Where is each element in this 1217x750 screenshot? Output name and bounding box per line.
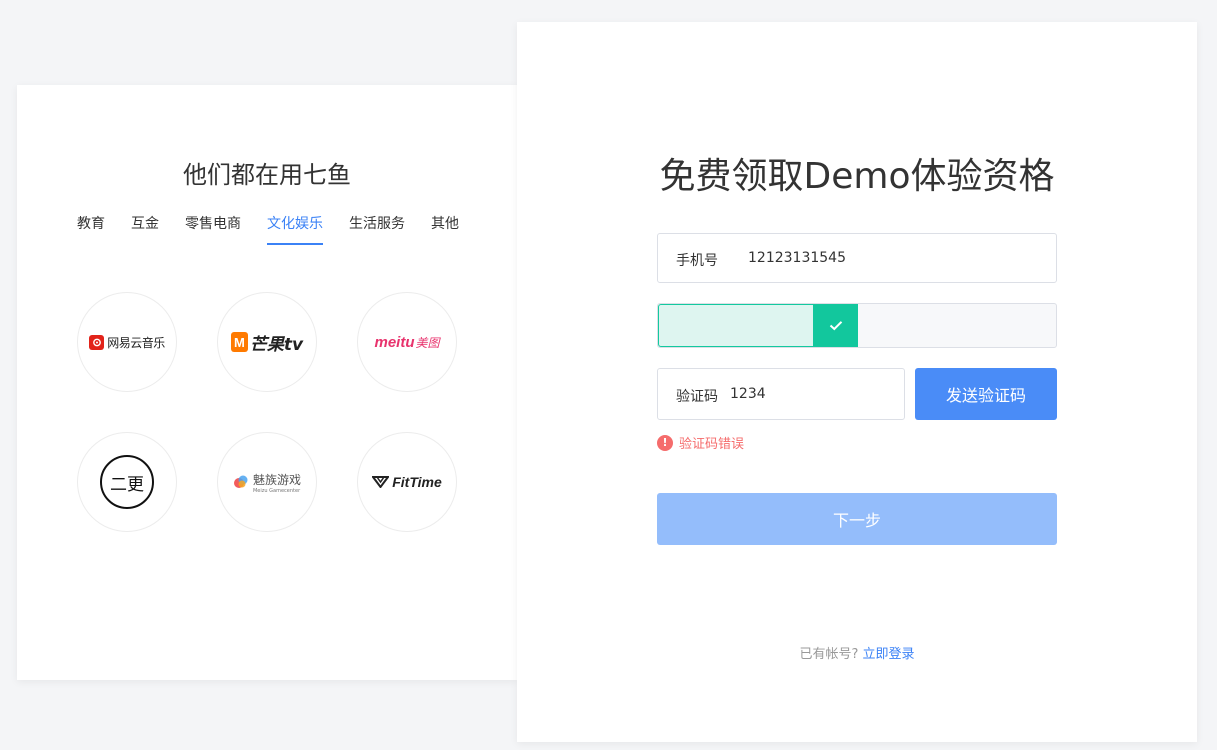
has-account-text: 已有帐号? — [799, 647, 859, 662]
form-title: 免费领取Demo体验资格 — [659, 156, 1055, 197]
logo-grid: 网易云音乐 M 芒果tv meitu 美图 二更 魅族游戏 Meizu Game… — [77, 292, 457, 532]
meizu-game-text: 魅族游戏 — [252, 472, 301, 487]
verification-code-input[interactable] — [730, 386, 904, 402]
send-code-button[interactable]: 发送验证码 — [915, 368, 1057, 420]
phone-field: 手机号 — [657, 233, 1057, 283]
error-message: ! 验证码错误 — [657, 433, 744, 452]
login-prompt: 已有帐号? 立即登录 — [517, 643, 1197, 662]
slider-handle[interactable] — [813, 304, 858, 347]
fittime-icon — [372, 476, 390, 488]
meitu-text: 美图 — [415, 335, 440, 350]
customer-showcase-card: 他们都在用七鱼 教育 互金 零售电商 文化娱乐 生活服务 其他 网易云音乐 M … — [17, 85, 517, 680]
check-icon — [829, 321, 842, 331]
tab-education[interactable]: 教育 — [77, 213, 105, 245]
category-tabs: 教育 互金 零售电商 文化娱乐 生活服务 其他 — [77, 213, 459, 245]
showcase-title: 他们都在用七鱼 — [183, 161, 351, 189]
netease-music-icon — [89, 334, 105, 350]
error-icon: ! — [657, 434, 673, 451]
logo-ergeng: 二更 — [77, 432, 177, 532]
meitu-brand-text: meitu — [374, 333, 415, 351]
meizu-game-subtitle: Meizu Gamecenter — [252, 487, 301, 494]
slider-captcha — [657, 303, 1057, 348]
verification-code-field: 验证码 — [657, 368, 905, 420]
logo-mango-tv: M 芒果tv — [217, 292, 317, 392]
logo-fittime: FitTime — [357, 432, 457, 532]
logo-meizu-game: 魅族游戏 Meizu Gamecenter — [217, 432, 317, 532]
tab-fintech[interactable]: 互金 — [131, 213, 159, 245]
phone-label: 手机号 — [676, 253, 718, 269]
mango-tv-text: 芒果tv — [249, 334, 304, 355]
demo-signup-card: 免费领取Demo体验资格 手机号 验证码 发送验证码 ! 验证码错误 下一步 已… — [517, 22, 1197, 742]
error-text: 验证码错误 — [679, 437, 745, 452]
logo-netease-music: 网易云音乐 — [77, 292, 177, 392]
netease-music-text: 网易云音乐 — [107, 335, 165, 350]
tab-life-services[interactable]: 生活服务 — [349, 213, 405, 245]
mango-tv-icon: M — [230, 332, 248, 352]
tab-culture-entertainment[interactable]: 文化娱乐 — [267, 213, 323, 245]
phone-input[interactable] — [748, 250, 1056, 266]
tab-other[interactable]: 其他 — [431, 213, 459, 245]
ergeng-text: 二更 — [110, 474, 144, 495]
meizu-game-icon — [233, 475, 248, 488]
login-link[interactable]: 立即登录 — [863, 647, 915, 662]
ergeng-icon: 二更 — [100, 455, 154, 509]
next-step-button[interactable]: 下一步 — [657, 493, 1057, 545]
meitu-icon: meitu 美图 — [374, 334, 439, 351]
tab-retail-ecommerce[interactable]: 零售电商 — [185, 213, 241, 245]
fittime-text: FitTime — [392, 474, 442, 490]
logo-meitu: meitu 美图 — [357, 292, 457, 392]
verification-code-label: 验证码 — [676, 389, 718, 405]
